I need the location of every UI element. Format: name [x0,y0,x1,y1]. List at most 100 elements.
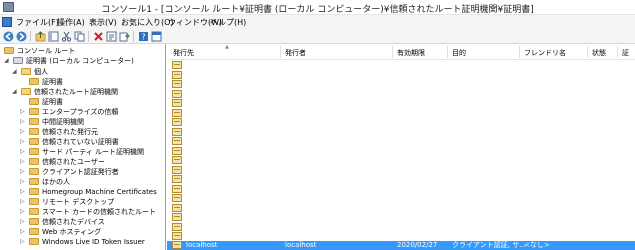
table-row[interactable] [167,99,635,108]
certificate-icon [172,137,182,145]
certificate-icon [172,146,182,155]
collapse-arrow-icon[interactable]: ▷ [20,207,25,217]
cell-purpose: クライアント認証, サ... [452,241,526,249]
table-row[interactable] [167,80,635,89]
folder-icon [29,168,39,175]
export-icon[interactable] [119,31,130,42]
expand-arrow-icon[interactable]: ◢ [4,56,9,66]
folder-open-icon [21,68,31,75]
folder-icon [29,238,39,245]
collapse-arrow-icon[interactable]: ▷ [20,137,25,147]
column-cert-template[interactable]: 証 [622,48,629,58]
folder-icon [29,108,39,115]
column-expiration[interactable]: 有効期限 [397,48,425,58]
certificate-icon [172,127,182,136]
collapse-arrow-icon[interactable]: ▷ [20,227,25,237]
menu-favorites[interactable]: お気に入り(O) [121,17,174,28]
back-icon[interactable] [3,31,14,42]
table-row[interactable] [167,156,635,165]
collapse-arrow-icon[interactable]: ▷ [20,167,25,177]
column-status[interactable]: 状態 [592,48,606,58]
menu-help[interactable]: ヘルプ(H) [210,17,246,28]
certificate-store-icon [13,57,23,64]
table-row[interactable] [167,118,635,127]
toolbar-separator [88,31,89,42]
table-row[interactable] [167,89,635,99]
collapse-arrow-icon[interactable]: ▷ [20,177,25,187]
table-row[interactable] [167,146,635,156]
column-purpose[interactable]: 目的 [452,48,466,58]
table-row[interactable] [167,108,635,118]
console-window-icon[interactable] [2,17,12,27]
collapse-arrow-icon[interactable]: ▷ [20,187,25,197]
certificate-icon [172,108,182,117]
collapse-arrow-icon[interactable]: ▷ [20,157,25,167]
collapse-arrow-icon[interactable]: ▷ [20,117,25,127]
list-header: ▲ 発行先 発行者 有効期限 目的 フレンドリ名 状態 証 [167,44,635,60]
folder-icon [29,118,39,125]
certificate-icon [172,175,182,183]
table-row[interactable] [167,127,635,137]
toolbar-separator [30,31,31,42]
folder-icon [29,138,39,145]
console-tree-icon[interactable] [48,31,59,42]
copy-icon[interactable] [74,31,85,42]
certificate-icon [172,99,182,107]
table-row[interactable] [167,213,635,222]
cell-expiration: 2020/02/27 [397,241,438,249]
table-row[interactable] [167,175,635,184]
console-tree[interactable]: コンソール ルート ◢ 証明書 (ローカル コンピューター) ◢ 個人 証明書 … [0,44,166,250]
show-hide-icon[interactable] [151,31,162,42]
table-row[interactable] [167,165,635,175]
folder-icon [29,128,39,135]
table-row[interactable] [167,184,635,194]
table-row[interactable] [167,232,635,241]
certificate-icon [172,80,182,88]
table-row[interactable] [167,137,635,146]
help-icon[interactable]: ? [138,31,149,42]
menu-view[interactable]: 表示(V) [89,17,117,28]
column-divider[interactable] [519,46,520,58]
column-divider[interactable] [280,46,281,58]
table-row[interactable] [167,203,635,213]
column-friendly-name[interactable]: フレンドリ名 [524,48,566,58]
column-divider[interactable] [617,46,618,58]
collapse-arrow-icon[interactable]: ▷ [20,147,25,157]
expand-arrow-icon[interactable]: ◢ [12,67,17,77]
folder-icon [29,228,39,235]
column-issued-to[interactable]: 発行先 [173,48,194,58]
table-row[interactable] [167,70,635,80]
collapse-arrow-icon[interactable]: ▷ [20,197,25,207]
cell-issued-to: localhost [186,241,218,249]
table-row[interactable] [167,222,635,232]
collapse-arrow-icon[interactable]: ▷ [20,107,25,117]
delete-icon[interactable] [93,31,104,42]
folder-icon [4,47,14,54]
column-divider[interactable] [392,46,393,58]
up-folder-icon[interactable] [35,31,46,42]
collapse-arrow-icon[interactable]: ▷ [20,217,25,227]
collapse-arrow-icon[interactable]: ▷ [20,237,25,247]
expand-arrow-icon[interactable]: ◢ [12,87,17,97]
certificate-list[interactable]: ▲ 発行先 発行者 有効期限 目的 フレンドリ名 状態 証 localhost … [167,44,635,250]
toolbar-separator [133,31,134,42]
certificate-icon [172,156,182,164]
certificate-icon [172,89,182,98]
menu-action[interactable]: 操作(A) [57,17,85,28]
column-issued-by[interactable]: 発行者 [285,48,306,58]
forward-icon[interactable] [16,31,27,42]
cut-icon[interactable] [61,31,72,42]
certificate-icon [172,61,182,69]
folder-icon [29,218,39,225]
column-divider[interactable] [587,46,588,58]
table-row-selected[interactable]: localhost localhost 2020/02/27 クライアント認証,… [167,241,635,250]
sort-ascending-icon: ▲ [225,44,229,50]
column-divider[interactable] [447,46,448,58]
table-row[interactable] [167,194,635,203]
properties-icon[interactable] [106,31,117,42]
collapse-arrow-icon[interactable]: ▷ [20,127,25,137]
folder-icon [29,98,39,105]
table-row[interactable] [167,61,635,70]
certificate-icon [172,203,182,212]
menu-file[interactable]: ファイル(F) [16,17,59,28]
